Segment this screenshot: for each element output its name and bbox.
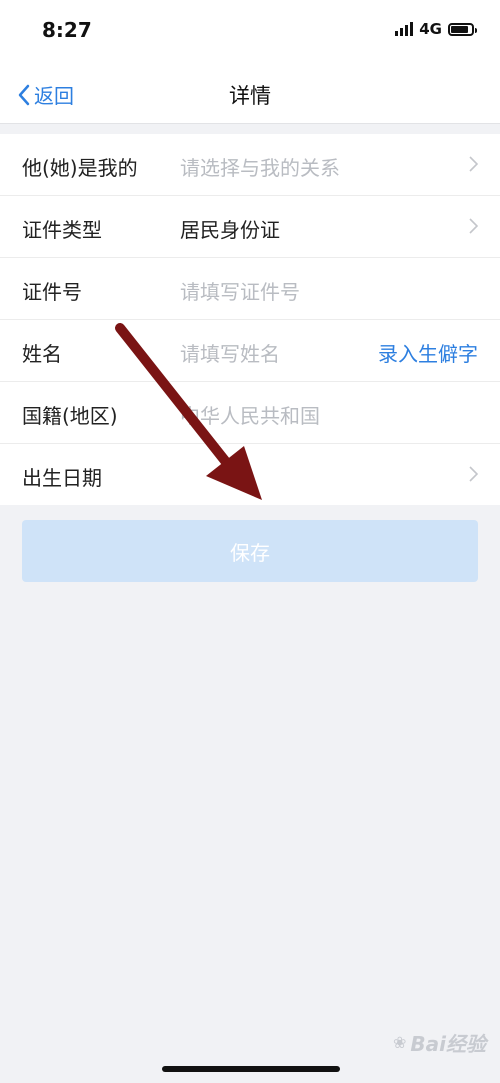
id-type-row[interactable]: 证件类型 居民身份证 (0, 196, 500, 258)
paw-icon: ❀ (392, 1033, 407, 1052)
nav-divider (0, 123, 500, 124)
id-number-field[interactable]: 请填写证件号 (180, 276, 300, 305)
watermark-logo: ❀ Bai经验 (393, 1028, 486, 1057)
relation-field[interactable]: 请选择与我的关系 (180, 152, 340, 181)
nationality-row[interactable]: 国籍(地区) 中华人民共和国 (0, 382, 500, 444)
name-field[interactable]: 请填写姓名 (180, 338, 280, 367)
status-time: 8:27 (42, 18, 92, 42)
signal-icon (395, 22, 414, 36)
watermark-text: Bai经验 (410, 1032, 486, 1056)
chevron-right-icon (469, 466, 478, 482)
rare-character-button[interactable]: 录入生僻字 (378, 338, 478, 367)
id-type-label: 证件类型 (22, 218, 102, 242)
birth-date-row[interactable]: 出生日期 (0, 444, 500, 505)
network-type: 4G (419, 20, 442, 38)
id-number-label: 证件号 (22, 280, 82, 304)
chevron-right-icon (469, 218, 478, 234)
name-row[interactable]: 姓名 请填写姓名 录入生僻字 (0, 320, 500, 382)
save-button[interactable]: 保存 (22, 520, 478, 582)
header: 8:27 4G 返回 详情 (0, 0, 500, 124)
home-indicator[interactable] (162, 1066, 340, 1072)
page-title: 详情 (229, 84, 271, 108)
chevron-right-icon (469, 156, 478, 172)
nationality-field[interactable]: 中华人民共和国 (180, 400, 320, 429)
id-number-row[interactable]: 证件号 请填写证件号 (0, 258, 500, 320)
nationality-label: 国籍(地区) (22, 404, 118, 428)
battery-icon (448, 22, 477, 36)
status-icons: 4G (395, 20, 477, 38)
birth-date-label: 出生日期 (22, 466, 102, 490)
id-type-field[interactable]: 居民身份证 (180, 214, 280, 243)
detail-form: 他(她)是我的 请选择与我的关系 证件类型 居民身份证 证件号 请填写证件号 姓… (0, 134, 500, 505)
name-label: 姓名 (22, 342, 62, 366)
relation-label: 他(她)是我的 (22, 156, 138, 180)
relation-row[interactable]: 他(她)是我的 请选择与我的关系 (0, 134, 500, 196)
